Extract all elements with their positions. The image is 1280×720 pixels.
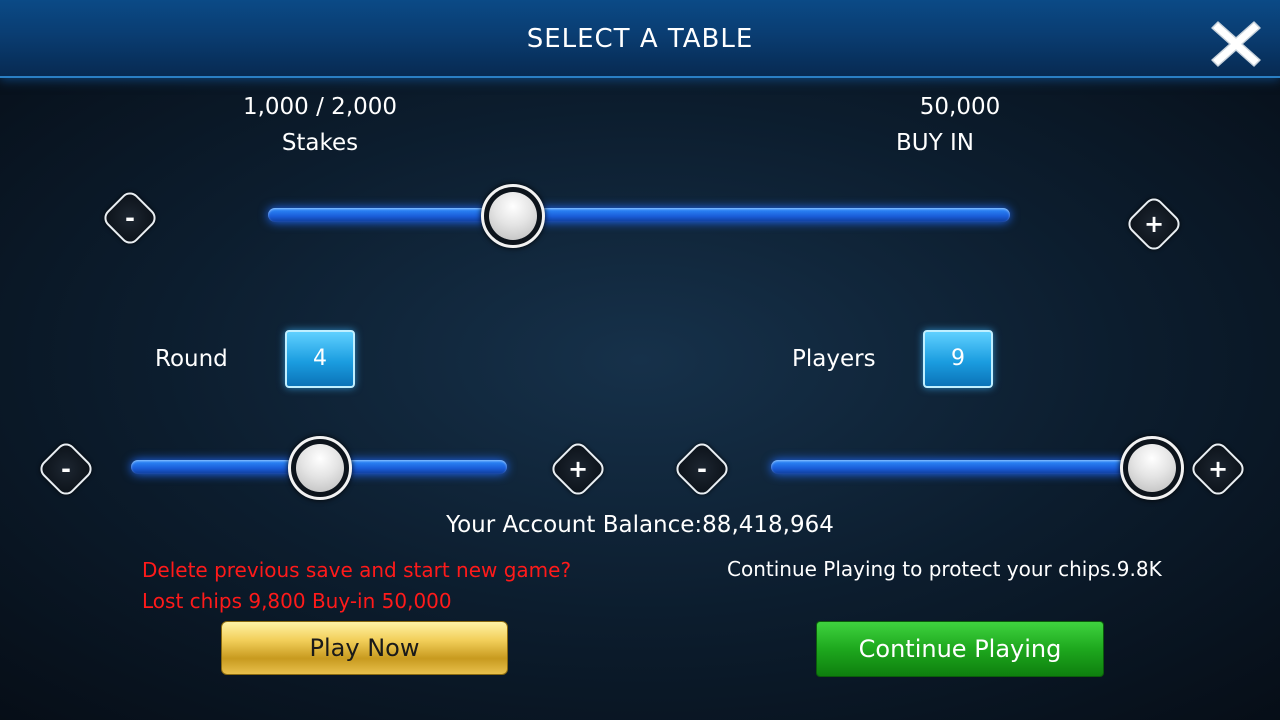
warning-line-1: Delete previous save and start new game?: [142, 558, 572, 582]
round-slider-thumb[interactable]: [288, 436, 352, 500]
stakes-slider-track[interactable]: [268, 208, 1010, 222]
buy-in-value: 50,000: [919, 94, 1001, 120]
account-balance: Your Account Balance:88,418,964: [446, 512, 834, 538]
stakes-minus-button[interactable]: -: [100, 188, 160, 248]
players-label: Players: [792, 346, 876, 372]
close-icon[interactable]: [1204, 12, 1268, 72]
stakes-value: 1,000 / 2,000: [242, 94, 398, 120]
stakes-plus-button[interactable]: +: [1124, 194, 1184, 254]
continue-note: Continue Playing to protect your chips.9…: [727, 557, 1162, 581]
players-plus-button[interactable]: +: [1188, 439, 1248, 499]
plus-icon: +: [1207, 455, 1229, 483]
stakes-label: Stakes: [281, 130, 359, 156]
stakes-slider-thumb[interactable]: [481, 184, 545, 248]
players-value-box: 9: [923, 330, 993, 388]
players-slider-track[interactable]: [771, 460, 1161, 474]
warning-line-2: Lost chips 9,800 Buy-in 50,000: [142, 589, 452, 613]
play-now-button[interactable]: Play Now: [221, 621, 508, 675]
continue-playing-button[interactable]: Continue Playing: [816, 621, 1104, 677]
plus-icon: +: [1143, 210, 1165, 238]
minus-icon: -: [61, 455, 71, 483]
players-slider-thumb[interactable]: [1120, 436, 1184, 500]
buy-in-label: BUY IN: [896, 130, 974, 156]
players-minus-button[interactable]: -: [672, 439, 732, 499]
round-minus-button[interactable]: -: [36, 439, 96, 499]
round-value-box: 4: [285, 330, 355, 388]
plus-icon: +: [567, 455, 589, 483]
minus-icon: -: [125, 204, 135, 232]
round-plus-button[interactable]: +: [548, 439, 608, 499]
round-label: Round: [155, 346, 228, 372]
minus-icon: -: [697, 455, 707, 483]
dialog-title: SELECT A TABLE: [526, 24, 754, 54]
